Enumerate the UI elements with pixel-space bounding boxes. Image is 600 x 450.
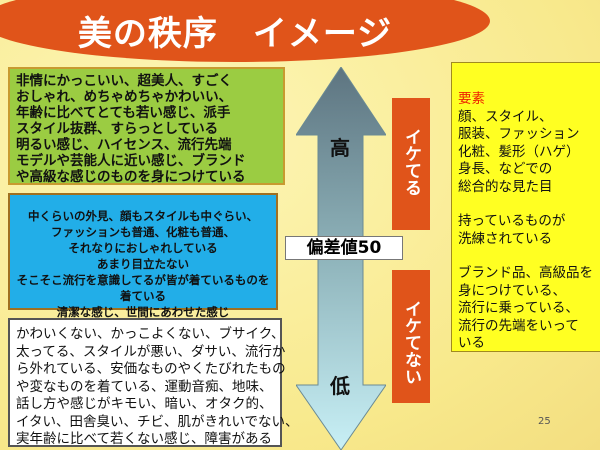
text-line: ら外れている、安価なものやくたびれたもの xyxy=(16,361,286,377)
slide-title: 美の秩序 イメージ xyxy=(77,13,393,54)
text-line: 洗練されている xyxy=(458,230,553,247)
text-line: ファッションも普通、化粧も普通、 xyxy=(51,225,235,239)
text-line: それなりにおしゃれしている xyxy=(68,241,218,255)
text-line: あまり目立たない xyxy=(97,257,189,271)
text-line: 顔、スタイル、 xyxy=(458,108,553,125)
text-line: 持っているものが xyxy=(458,213,566,229)
text-line: 着ている xyxy=(120,289,166,303)
cool-label-box: イケてる xyxy=(392,98,430,230)
low-group-box: かわいくない、かっこよくない、ブサイク、 太ってる、スタイルが悪い、ダサい、流行… xyxy=(8,318,299,447)
text-line: 中くらいの外見、顔もスタイルも中ぐらい、 xyxy=(28,209,258,223)
text-line: ブランド品、高級品を xyxy=(458,265,593,281)
text-line: いる xyxy=(458,335,485,351)
not-cool-label: イケてない xyxy=(401,300,421,385)
text-line: や高級な感じのものを身につけている xyxy=(16,169,246,185)
text-line: そこそこ流行を意識してるが皆が着ているものを xyxy=(16,273,270,287)
text-line: スタイル抜群、すらっとしている xyxy=(16,121,219,137)
text-line: かわいくない、かっこよくない、ブサイク、 xyxy=(16,326,285,342)
text-line: 化粧、髪形（ハゲ） xyxy=(458,143,580,160)
text-line: 明るい感じ、ハイセンス、流行先端 xyxy=(16,137,232,153)
midpoint-label: 偏差値50 xyxy=(285,236,403,260)
text-line: 総合的な見た目 xyxy=(458,178,553,195)
text-line: 話し方や感じがキモい、暗い、オタク的、 xyxy=(16,396,273,412)
text-line: 太ってる、スタイルが悪い、ダサい、流行か xyxy=(16,343,286,360)
text-line: 身長、などでの xyxy=(458,161,553,177)
cool-label: イケてる xyxy=(401,128,421,196)
high-group-box: 非情にかっこいい、超美人、すごく おしゃれ、めちゃめちゃかわいい、 年齢に比べて… xyxy=(8,67,285,185)
high-label: 高 xyxy=(330,136,350,160)
mid-group-box: 中くらいの外見、顔もスタイルも中ぐらい、 ファッションも普通、化粧も普通、 それ… xyxy=(8,193,278,319)
elements-heading: 要素 xyxy=(458,91,485,107)
text-line: 流行に乗っている、 xyxy=(458,300,579,316)
slide-number: 25 xyxy=(538,416,551,427)
text-line: 実年齢に比べて若くない感じ、障害がある xyxy=(16,431,272,447)
text-line: 年齢に比べてとても若い感じ、派手 xyxy=(16,105,231,121)
text-line: 服装、ファッション xyxy=(458,126,580,142)
text-line: 身につけている、 xyxy=(458,282,566,299)
elements-box: 要素 顔、スタイル、 服装、ファッション 化粧、髪形（ハゲ） 身長、などでの 総… xyxy=(451,62,600,352)
text-line: 流行の先端をいって xyxy=(458,317,579,334)
text-line: モデルや芸能人に近い感じ、ブランド xyxy=(16,153,246,169)
text-line: や変なものを着ている、運動音痴、地味、 xyxy=(16,378,273,395)
not-cool-label-box: イケてない xyxy=(392,270,430,403)
text-line: イタい、田舎臭い、チビ、肌がきれいでない、 xyxy=(16,413,299,430)
low-label: 低 xyxy=(330,374,350,398)
text-line: 非情にかっこいい、超美人、すごく xyxy=(16,73,232,89)
text-line: おしゃれ、めちゃめちゃかわいい、 xyxy=(16,89,233,105)
